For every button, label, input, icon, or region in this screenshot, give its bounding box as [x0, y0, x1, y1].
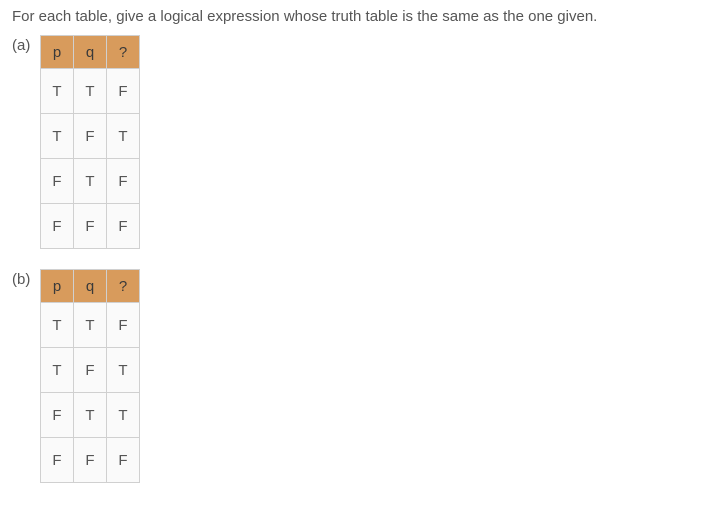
table-cell: T	[41, 114, 74, 159]
table-cell: F	[74, 348, 107, 393]
header-cell: ?	[107, 270, 140, 303]
table-cell: F	[107, 159, 140, 204]
table-cell: F	[74, 204, 107, 249]
table-cell: T	[74, 303, 107, 348]
table-row: T T F	[41, 303, 140, 348]
table-cell: T	[41, 69, 74, 114]
table-row: T T F	[41, 69, 140, 114]
table-cell: T	[74, 69, 107, 114]
table-cell: T	[74, 393, 107, 438]
header-cell: q	[74, 36, 107, 69]
table-row: T F T	[41, 348, 140, 393]
header-cell: p	[41, 36, 74, 69]
table-cell: F	[41, 438, 74, 483]
table-cell: T	[41, 348, 74, 393]
problem-a: (a) p q ? T T F T F T F T F F F F	[12, 35, 705, 249]
table-cell: T	[107, 348, 140, 393]
table-cell: F	[107, 303, 140, 348]
instruction-text: For each table, give a logical expressio…	[12, 8, 705, 25]
table-cell: F	[41, 204, 74, 249]
table-cell: T	[107, 114, 140, 159]
table-cell: F	[107, 69, 140, 114]
table-cell: F	[107, 438, 140, 483]
header-cell: p	[41, 270, 74, 303]
problem-a-label: (a)	[12, 35, 40, 54]
table-header-row: p q ?	[41, 270, 140, 303]
table-row: F F F	[41, 204, 140, 249]
table-header-row: p q ?	[41, 36, 140, 69]
table-row: T F T	[41, 114, 140, 159]
header-cell: ?	[107, 36, 140, 69]
header-cell: q	[74, 270, 107, 303]
truth-table-a: p q ? T T F T F T F T F F F F	[40, 35, 140, 249]
table-cell: F	[107, 204, 140, 249]
table-cell: F	[41, 159, 74, 204]
problem-b-label: (b)	[12, 269, 40, 288]
truth-table-b: p q ? T T F T F T F T T F F F	[40, 269, 140, 483]
table-cell: T	[41, 303, 74, 348]
table-cell: T	[107, 393, 140, 438]
table-row: F T F	[41, 159, 140, 204]
table-cell: F	[74, 438, 107, 483]
table-row: F T T	[41, 393, 140, 438]
table-cell: F	[41, 393, 74, 438]
problem-b: (b) p q ? T T F T F T F T T F F F	[12, 269, 705, 483]
table-cell: F	[74, 114, 107, 159]
table-cell: T	[74, 159, 107, 204]
table-row: F F F	[41, 438, 140, 483]
